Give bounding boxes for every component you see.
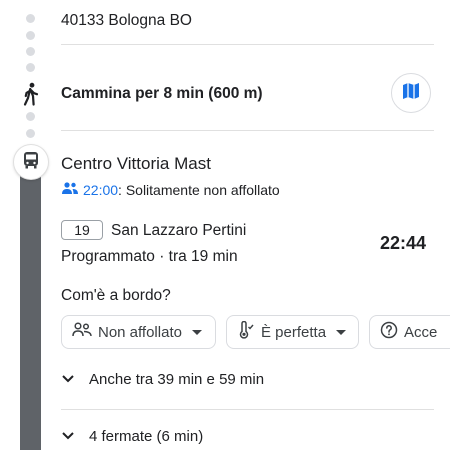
- open-map-button[interactable]: [391, 73, 431, 113]
- crowd-chip-label: Non affollato: [98, 323, 182, 341]
- timeline-dot: [26, 14, 35, 23]
- accessibility-question-icon: [380, 321, 398, 343]
- accessibility-chip[interactable]: Acce: [369, 315, 450, 349]
- people-icon: [61, 181, 79, 198]
- chevron-down-icon: [61, 428, 75, 445]
- departure-status: Programmato · tra 19 min: [61, 248, 238, 265]
- crowd-time: 22:00: [83, 181, 119, 198]
- divider: [61, 130, 434, 131]
- onboard-question: Com'è a bordo?: [61, 287, 171, 304]
- crowd-icon: [72, 322, 92, 342]
- timeline-dot: [26, 47, 35, 56]
- departure-time: 22:44: [380, 233, 427, 253]
- bus-stop-marker: [14, 145, 48, 179]
- timeline-dot: [26, 129, 35, 138]
- timeline-dot: [26, 31, 35, 40]
- later-departures-toggle[interactable]: Anche tra 39 min e 59 min: [61, 371, 264, 388]
- chevron-down-icon: [191, 329, 202, 335]
- divider: [61, 409, 434, 410]
- chevron-down-icon: [61, 371, 75, 388]
- later-departures-label: Anche tra 39 min e 59 min: [89, 371, 265, 388]
- temperature-chip[interactable]: È perfetta: [226, 315, 359, 349]
- transit-line-rail: [20, 172, 41, 450]
- accessibility-chip-label: Acce: [404, 323, 438, 341]
- crowd-info: 22:00: Solitamente non affollato: [61, 181, 280, 198]
- crowd-text: : Solitamente non affollato: [118, 181, 280, 198]
- stop-name: Centro Vittoria Mast: [61, 154, 211, 173]
- map-icon: [401, 81, 421, 106]
- temperature-chip-label: È perfetta: [261, 323, 327, 341]
- bus-icon: [22, 151, 40, 174]
- route-number-badge: 19: [61, 220, 103, 240]
- divider: [61, 44, 434, 45]
- chevron-down-icon: [336, 329, 347, 335]
- route-destination: San Lazzaro Pertini: [111, 222, 247, 239]
- timeline-dot: [26, 63, 35, 72]
- stops-summary-toggle[interactable]: 4 fermate (6 min): [61, 428, 203, 445]
- thermometer-icon: [237, 320, 255, 343]
- address-line: 40133 Bologna BO: [61, 12, 192, 29]
- crowd-level-chip[interactable]: Non affollato: [61, 315, 216, 349]
- walk-icon: [20, 82, 42, 106]
- walk-instruction: Cammina per 8 min (600 m): [61, 85, 263, 102]
- timeline-dot: [26, 112, 35, 121]
- stops-summary-label: 4 fermate (6 min): [89, 428, 204, 445]
